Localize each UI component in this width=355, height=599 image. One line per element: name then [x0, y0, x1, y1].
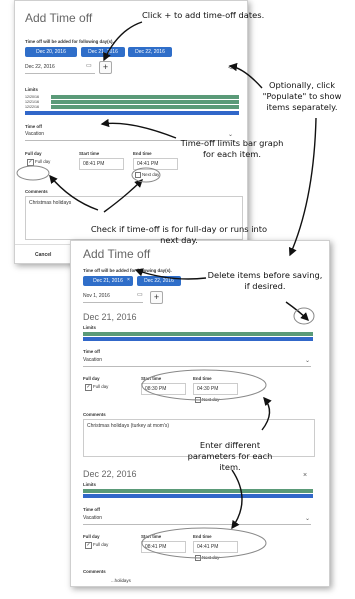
comments-value: ...holidays [111, 578, 131, 583]
annotation-params: Enter different parameters for each item… [187, 440, 273, 472]
comments-label: Comments [83, 412, 106, 417]
start-time-label: Start time [141, 376, 162, 381]
dialog-title: Add Time off [25, 11, 93, 25]
end-time-input[interactable]: 04:30 PM [193, 383, 238, 395]
time-off-label: Time off [83, 349, 100, 354]
close-icon[interactable]: × [303, 315, 307, 322]
chevron-down-icon: ⌄ [305, 358, 311, 364]
full-day-checkbox-label: Full day [93, 542, 109, 547]
start-time-input[interactable]: 08:41 PM [79, 158, 124, 170]
add-date-button[interactable]: + [99, 61, 112, 74]
end-time-input[interactable]: 04:41 PM [133, 158, 178, 170]
cancel-button[interactable]: Cancel [35, 252, 51, 258]
end-time-label: End time [193, 376, 212, 381]
full-day-checkbox[interactable]: ✓ [27, 159, 34, 166]
day-chip[interactable]: Dec 22, 2016 [137, 276, 181, 286]
limit-row-label: 12/22/16 [25, 105, 39, 109]
limit-bar [83, 489, 313, 493]
full-day-label: Full day [25, 151, 42, 156]
start-time-input[interactable]: 08:30 PM [141, 383, 186, 395]
annotation-populate: Optionally, click "Populate" to show ite… [262, 80, 342, 112]
close-icon[interactable]: × [127, 278, 130, 283]
day-chip[interactable]: Dec 22, 2016 [128, 47, 172, 57]
full-day-checkbox-label: Full day [93, 384, 109, 389]
annotation-click-plus: Click + to add time-off dates. [142, 10, 265, 20]
limit-bar [83, 332, 313, 336]
annotation-limits: Time-off limits bar graph for each item. [180, 138, 284, 159]
close-icon[interactable]: × [303, 472, 307, 479]
limit-bar-total [83, 337, 313, 341]
next-day-label: Next day [202, 397, 220, 402]
calendar-icon[interactable]: ▭ [137, 292, 143, 298]
limits-label: Limits [25, 87, 38, 92]
add-date-button[interactable]: + [150, 291, 163, 304]
days-label: Time off will be added for following day… [83, 268, 172, 273]
item-heading: Dec 22, 2016 [83, 469, 137, 479]
full-day-label: Full day [83, 534, 100, 539]
date-value: Dec 22, 2016 [25, 64, 55, 70]
end-time-input[interactable]: 04:41 PM [193, 541, 238, 553]
limit-row-label: 12/20/16 [25, 95, 39, 99]
end-time-value: 04:41 PM [197, 544, 219, 550]
date-input[interactable]: Dec 22, 2016 [25, 64, 95, 74]
limit-bar [51, 105, 239, 109]
days-label: Time off will be added for following day… [25, 39, 114, 44]
end-time-value: 04:41 PM [137, 161, 159, 167]
next-day-checkbox[interactable] [195, 397, 201, 403]
calendar-icon[interactable]: ▭ [86, 63, 92, 69]
limit-row-label: 12/21/16 [25, 100, 39, 104]
date-input[interactable]: Nov 1, 2016 [83, 293, 143, 303]
arrow-to-panel2 [288, 117, 317, 257]
time-off-select[interactable]: Vacation [83, 515, 311, 525]
limits-label: Limits [83, 325, 96, 330]
end-time-label: End time [193, 534, 212, 539]
start-time-value: 08:41 PM [145, 544, 167, 550]
end-time-value: 04:30 PM [197, 386, 219, 392]
limit-bar-total [25, 111, 239, 115]
start-time-label: Start time [79, 151, 100, 156]
full-day-checkbox[interactable]: ✓ [85, 384, 92, 391]
start-time-value: 08:30 PM [145, 386, 167, 392]
item-heading: Dec 21, 2016 [83, 312, 137, 322]
time-off-value: Vacation [83, 357, 103, 363]
time-off-select[interactable]: Vacation [83, 357, 311, 367]
annotation-delete: Delete items before saving, if desired. [207, 270, 323, 291]
time-off-label: Time off [83, 507, 100, 512]
comments-label: Comments [83, 569, 106, 574]
full-day-checkbox-label: Full day [35, 159, 51, 164]
start-time-input[interactable]: 08:41 PM [141, 541, 186, 553]
add-time-off-dialog-2: Add Time off Time off will be added for … [70, 240, 330, 587]
day-chip[interactable]: Dec 21, 2016 [83, 276, 133, 286]
next-day-checkbox[interactable] [195, 555, 201, 561]
limit-bar [51, 95, 239, 99]
annotation-full-day: Check if time-off is for full-day or run… [90, 224, 268, 245]
full-day-label: Full day [83, 376, 100, 381]
next-day-label: Next day [142, 172, 160, 177]
date-value: Nov 1, 2016 [83, 293, 110, 299]
end-time-label: End time [133, 151, 152, 156]
limits-label: Limits [83, 482, 96, 487]
limit-bar-total [83, 494, 313, 498]
time-off-value: Vacation [83, 515, 103, 521]
next-day-label: Next day [202, 555, 220, 560]
chevron-down-icon: ⌄ [305, 516, 311, 522]
day-chip[interactable]: Dec 21, 2016 [81, 47, 125, 57]
next-day-checkbox[interactable] [135, 172, 141, 178]
start-time-value: 08:41 PM [83, 161, 105, 167]
day-chip[interactable]: Dec 20, 2016 [25, 47, 77, 57]
time-off-value: Vacation [25, 131, 45, 137]
start-time-label: Start time [141, 534, 162, 539]
comments-value: Christmas holidays (turkey at mom's) [87, 423, 170, 429]
limit-bar [51, 100, 239, 104]
comments-value: Christmas holidays [29, 200, 72, 206]
comments-label: Comments [25, 189, 48, 194]
full-day-checkbox[interactable]: ✓ [85, 542, 92, 549]
share-icon[interactable]: < [228, 64, 233, 72]
time-off-label: Time off [25, 124, 42, 129]
dialog-title: Add Time off [83, 247, 151, 261]
